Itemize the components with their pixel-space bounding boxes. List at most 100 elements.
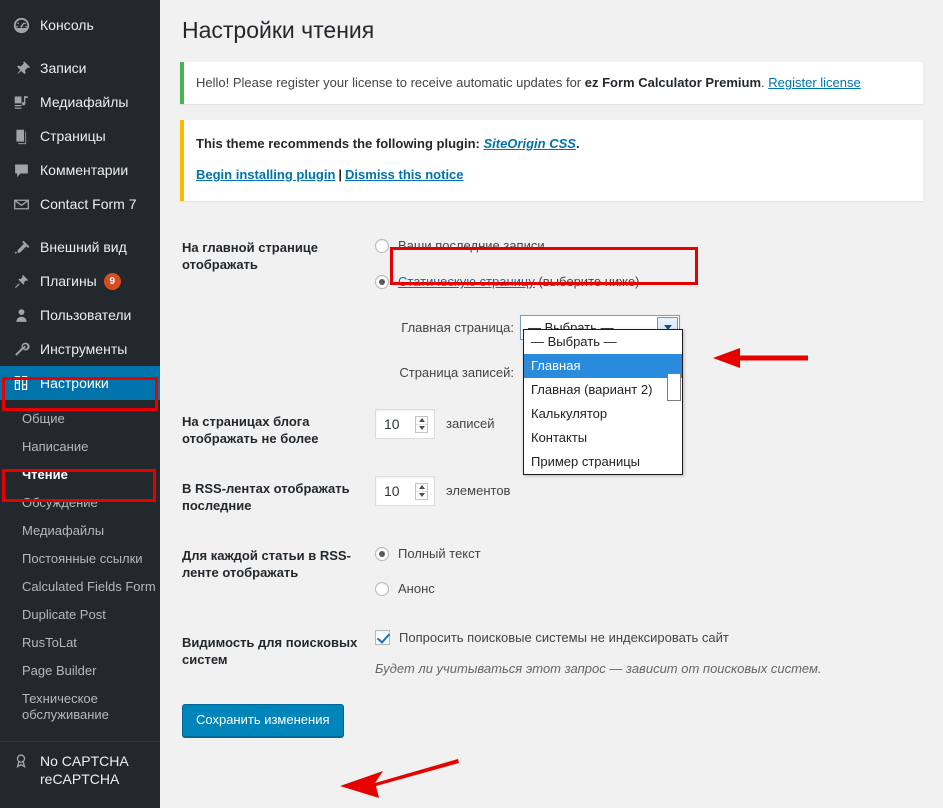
sidebar-item-tools[interactable]: Инструменты — [0, 332, 160, 366]
plugins-icon — [11, 271, 31, 291]
radio-static-page[interactable] — [375, 274, 389, 289]
save-changes-button[interactable]: Сохранить изменения — [182, 703, 344, 737]
submenu-item-page-builder[interactable]: Page Builder — [0, 657, 160, 685]
spinner-icon[interactable] — [415, 482, 428, 500]
sidebar-item-label: Страницы — [40, 128, 106, 144]
license-notice-text: Hello! Please register your license to r… — [196, 75, 585, 90]
license-notice: Hello! Please register your license to r… — [180, 62, 923, 104]
posts-page-select-label: Страница записей: — [399, 364, 514, 380]
submenu-item-maintenance[interactable]: Техническое обслуживание — [0, 685, 160, 729]
submenu-item-duplicate-post[interactable]: Duplicate Post — [0, 601, 160, 629]
plugin-recommend-suffix: . — [575, 135, 580, 151]
option-summary[interactable]: Анонс — [375, 578, 933, 600]
sidebar-item-label: No CAPTCHA reCAPTCHA — [40, 753, 128, 787]
search-visibility-option[interactable]: Попросить поисковые системы не индексиро… — [375, 629, 933, 645]
rss-excerpt-label: Для каждой статьи в RSS-ленте отображать — [182, 547, 351, 581]
submenu-item-calculated-fields-form[interactable]: Calculated Fields Form — [0, 573, 160, 601]
sidebar-item-media[interactable]: Медиафайлы — [0, 85, 160, 119]
submenu-item-media[interactable]: Медиафайлы — [0, 517, 160, 545]
menu-separator — [0, 221, 160, 230]
sidebar-item-appearance[interactable]: Внешний вид — [0, 230, 160, 264]
rss-items-input[interactable]: 10 — [375, 475, 435, 506]
sidebar-item-comments[interactable]: Комментарии — [0, 153, 160, 187]
comments-icon — [11, 160, 31, 180]
static-page-suffix: (выберите ниже) — [534, 274, 640, 289]
front-page-label: На главной странице отображать — [182, 239, 319, 273]
settings-submenu: Общие Написание Чтение Обсуждение Медиаф… — [0, 400, 160, 735]
rss-excerpt-row: Для каждой статьи в RSS-ленте отображать… — [160, 531, 943, 618]
sidebar-item-label: Консоль — [40, 17, 94, 33]
siteorigin-css-link[interactable]: SiteOrigin CSS — [483, 136, 575, 151]
sidebar-item-plugins[interactable]: Плагины 9 — [0, 264, 160, 298]
tools-icon — [11, 339, 31, 359]
users-icon — [11, 305, 31, 325]
dropdown-option[interactable]: — Выбрать — — [524, 330, 682, 354]
begin-installing-plugin-link[interactable]: Begin installing plugin — [196, 167, 335, 182]
option-latest-posts[interactable]: Ваши последние записи — [375, 235, 933, 257]
checkbox-discourage-search-engines[interactable] — [375, 629, 390, 645]
plugin-recommend-notice: This theme recommends the following plug… — [180, 119, 923, 201]
sidebar-item-dashboard[interactable]: Консоль — [0, 8, 160, 42]
submenu-item-permalinks[interactable]: Постоянные ссылки — [0, 545, 160, 573]
dismiss-notice-link[interactable]: Dismiss this notice — [345, 167, 463, 182]
dropdown-scrollbar[interactable] — [667, 373, 681, 401]
dropdown-option[interactable]: Калькулятор — [524, 402, 682, 426]
submenu-item-rustolat[interactable]: RusToLat — [0, 629, 160, 657]
homepage-select-label: Главная страница: — [401, 319, 514, 335]
option-latest-posts-label: Ваши последние записи — [398, 238, 545, 253]
submenu-item-discussion[interactable]: Обсуждение — [0, 489, 160, 517]
radio-summary[interactable] — [375, 581, 389, 596]
sidebar-item-label: Плагины — [40, 273, 97, 289]
sidebar-item-label: Contact Form 7 — [40, 196, 137, 212]
main-content: Настройки чтения Hello! Please register … — [160, 0, 943, 808]
captcha-icon — [11, 752, 31, 770]
search-visibility-field: Попросить поисковые системы не индексиро… — [375, 618, 943, 688]
homepage-dropdown-options[interactable]: — Выбрать — Главная Главная (вариант 2) … — [523, 329, 683, 475]
rss-items-value: 10 — [384, 482, 400, 499]
appearance-icon — [11, 237, 31, 257]
spinner-up[interactable] — [416, 484, 427, 492]
media-icon — [11, 92, 31, 112]
radio-full-text[interactable] — [375, 546, 389, 561]
plugins-update-badge: 9 — [103, 272, 121, 290]
option-summary-label: Анонс — [398, 581, 435, 597]
dropdown-option[interactable]: Контакты — [524, 426, 682, 450]
sidebar-item-contact-form-7[interactable]: Contact Form 7 — [0, 187, 160, 221]
sidebar-item-no-captcha-recaptcha[interactable]: No CAPTCHA reCAPTCHA — [0, 742, 160, 798]
option-static-page[interactable]: Статическую страницу (выберите ниже) — [375, 271, 933, 293]
radio-latest-posts[interactable] — [375, 238, 389, 253]
admin-menu: Консоль Записи Медиафайлы Страницы Комме… — [0, 8, 160, 400]
sidebar-item-users[interactable]: Пользователи — [0, 298, 160, 332]
register-license-link[interactable]: Register license — [768, 75, 861, 90]
license-plugin-name: ez Form Calculator Premium — [584, 75, 762, 90]
option-full-text[interactable]: Полный текст — [375, 543, 933, 565]
admin-sidebar: Консоль Записи Медиафайлы Страницы Комме… — [0, 0, 160, 808]
spinner-down[interactable] — [416, 425, 427, 432]
wp-admin-screen: Консоль Записи Медиафайлы Страницы Комме… — [0, 0, 943, 808]
pin-icon — [11, 58, 31, 78]
spinner-icon[interactable] — [415, 415, 428, 433]
dropdown-option[interactable]: Главная (вариант 2) — [524, 378, 682, 402]
dropdown-option-selected[interactable]: Главная — [524, 354, 682, 378]
sidebar-item-label: Настройки — [40, 375, 109, 391]
submenu-item-writing[interactable]: Написание — [0, 433, 160, 461]
plugin-recommend-prefix: This theme recommends the following plug… — [196, 135, 484, 151]
sidebar-item-settings[interactable]: Настройки — [0, 366, 160, 400]
rss-items-label: В RSS-лентах отображать последние — [182, 480, 350, 514]
posts-per-page-input[interactable]: 10 — [375, 408, 435, 439]
sidebar-item-label: Медиафайлы — [40, 94, 129, 110]
submenu-item-reading[interactable]: Чтение — [0, 461, 160, 489]
spinner-up[interactable] — [416, 417, 427, 425]
spinner-down[interactable] — [416, 492, 427, 499]
dropdown-option[interactable]: Пример страницы — [524, 450, 682, 474]
posts-per-page-label: На страницах блога отображать не более — [182, 413, 319, 447]
static-page-link[interactable]: Статическую страницу — [398, 274, 535, 289]
rss-items-stepper[interactable]: 10 элементов — [375, 475, 933, 506]
submit-area: Сохранить изменения — [160, 688, 943, 737]
sidebar-item-pages[interactable]: Страницы — [0, 119, 160, 153]
sidebar-item-posts[interactable]: Записи — [0, 51, 160, 85]
checkbox-label: Попросить поисковые системы не индексиро… — [399, 629, 729, 645]
rss-items-suffix: элементов — [446, 483, 511, 499]
submenu-item-general[interactable]: Общие — [0, 405, 160, 433]
sidebar-item-label: Пользователи — [40, 307, 132, 323]
